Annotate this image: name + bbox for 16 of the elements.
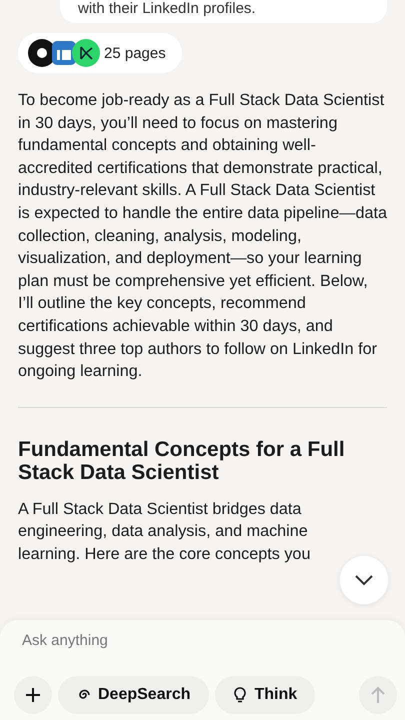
plus-icon <box>25 687 41 703</box>
monogram-logo-icon <box>72 39 100 67</box>
add-button[interactable] <box>14 676 52 714</box>
section-paragraph: A Full Stack Data Scientist bridges data engineering, data analysis, and machine learning. Here are the core concepts you <box>18 498 312 565</box>
message-text: with their LinkedIn profiles. <box>78 0 256 17</box>
sources-chip[interactable]: 25 pages <box>18 33 182 73</box>
answer-paragraph: To become job-ready as a Full Stack Data Scientist in 30 days, you’ll need to focus on mastering fundamental concepts and obtaining well-accredited certifications that demonstrate practical, industry-relevant skills. A Full Stack Data Scientist is expected to handle the entire data pipeline—data collection, cleaning, analysis, modeling, visualization, and deployment—so your learning plan must be comprehensive yet efficient. Below, I’ll outline the key concepts, recommend certifications achievable within 30 days, and suggest three top authors to follow on LinkedIn for ongoing learning. <box>18 90 387 382</box>
chevron-down-icon <box>354 574 374 586</box>
think-button[interactable]: Think <box>214 676 316 714</box>
square-logo-icon <box>50 39 78 67</box>
ask-input-field[interactable]: Ask anything <box>14 632 397 649</box>
lightbulb-icon <box>232 687 246 703</box>
section-heading: Fundamental Concepts for a Full Stack Data Scientist <box>18 438 346 484</box>
deepsearch-button[interactable]: DeepSearch <box>58 676 208 714</box>
arrow-up-icon <box>370 686 386 704</box>
send-button[interactable] <box>359 676 397 714</box>
